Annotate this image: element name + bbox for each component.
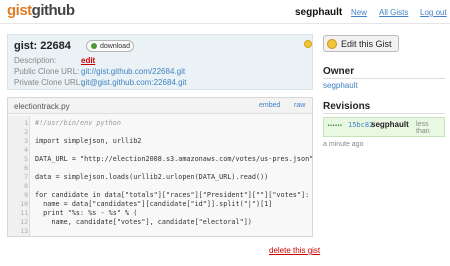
line-number: 10 bbox=[20, 200, 28, 208]
owner-heading: Owner bbox=[323, 66, 355, 77]
code-line: import simplejson, urllib2 bbox=[35, 137, 142, 145]
line-number: 6 bbox=[24, 164, 28, 172]
code-line: DATA_URL = "http://election2008.s3.amazo… bbox=[35, 155, 314, 163]
file-header: electiontrack.py embed raw bbox=[8, 98, 312, 114]
line-number: 7 bbox=[24, 173, 28, 181]
nav-new-link[interactable]: New bbox=[351, 8, 367, 17]
download-button[interactable]: download bbox=[86, 40, 134, 52]
code-line: name = data["candidates"][candidate["id"… bbox=[35, 200, 273, 208]
code-line: for candidate in data["totals"]["races"]… bbox=[35, 191, 310, 199]
public-clone-url[interactable]: git://gist.github.com/22684.git bbox=[81, 67, 185, 76]
download-label: download bbox=[100, 42, 130, 50]
private-clone-url[interactable]: git@gist.github.com:22684.git bbox=[81, 78, 187, 87]
gist-github-logo[interactable]: gistgithub bbox=[7, 2, 75, 19]
public-clone-label: Public Clone URL: bbox=[14, 67, 80, 76]
revision-time-continued: a minute ago bbox=[323, 141, 364, 148]
code-view: 1 2 3 4 5 6 7 8 9 10 11 12 13 #!/usr/bin/env python i… bbox=[8, 116, 314, 236]
gist-meta-panel: gist: 22684 download Description: edit P… bbox=[7, 34, 313, 90]
revision-time: less than bbox=[416, 121, 430, 135]
revisions-heading: Revisions bbox=[323, 101, 371, 112]
file-name: electiontrack.py bbox=[14, 102, 70, 111]
nav-all-gists-link[interactable]: All Gists bbox=[379, 8, 408, 17]
line-number: 8 bbox=[24, 182, 28, 190]
edit-gist-button[interactable]: Edit this Gist bbox=[323, 35, 399, 52]
raw-link[interactable]: raw bbox=[294, 102, 305, 109]
code-line: name, candidate["votes"], candidate["ele… bbox=[35, 218, 252, 226]
line-number: 13 bbox=[20, 227, 28, 235]
top-header: gistgithub segphault New All Gists Log o… bbox=[0, 0, 450, 24]
gist-file-panel: electiontrack.py embed raw 1 2 3 4 5 6 7 8 9 10 11… bbox=[7, 97, 313, 237]
logo-gist-text: gist bbox=[7, 2, 32, 19]
current-user-name[interactable]: segphault bbox=[295, 7, 342, 18]
code-line: print "%s: %s - %s" % ( bbox=[35, 209, 138, 217]
delete-gist-link[interactable]: delete this gist bbox=[269, 246, 320, 255]
gist-title: gist: 22684 bbox=[14, 40, 71, 52]
revision-sha-link[interactable]: 15bc82 bbox=[348, 121, 373, 129]
edit-gist-label: Edit this Gist bbox=[341, 38, 392, 49]
code-line: #!/usr/bin/env python bbox=[35, 119, 121, 127]
private-clone-label: Private Clone URL: bbox=[14, 78, 83, 87]
line-number: 9 bbox=[24, 191, 28, 199]
line-number: 11 bbox=[20, 209, 28, 217]
star-icon[interactable] bbox=[304, 40, 312, 48]
line-number-gutter: 1 2 3 4 5 6 7 8 9 10 11 12 13 bbox=[8, 116, 30, 236]
revision-user[interactable]: segphault bbox=[371, 120, 409, 129]
download-icon bbox=[91, 43, 97, 49]
line-number: 5 bbox=[24, 155, 28, 163]
description-label: Description: bbox=[14, 56, 57, 65]
revision-graph-icon: •••••• bbox=[327, 123, 343, 129]
revisions-divider bbox=[323, 113, 445, 114]
code-line: data = simplejson.loads(urllib2.urlopen(… bbox=[35, 173, 269, 181]
line-number: 2 bbox=[24, 128, 28, 136]
owner-divider bbox=[323, 78, 445, 79]
embed-link[interactable]: embed bbox=[259, 102, 280, 109]
revision-item[interactable]: •••••• 15bc82 segphault less than bbox=[323, 117, 445, 137]
line-number: 3 bbox=[24, 137, 28, 145]
line-number: 1 bbox=[24, 119, 28, 127]
nav-logout-link[interactable]: Log out bbox=[420, 8, 447, 17]
line-number: 12 bbox=[20, 218, 28, 226]
edit-star-icon bbox=[327, 38, 337, 49]
line-number: 4 bbox=[24, 146, 28, 154]
logo-github-text: github bbox=[31, 2, 75, 19]
description-edit-link[interactable]: edit bbox=[81, 56, 95, 65]
owner-link[interactable]: segphault bbox=[323, 81, 358, 90]
